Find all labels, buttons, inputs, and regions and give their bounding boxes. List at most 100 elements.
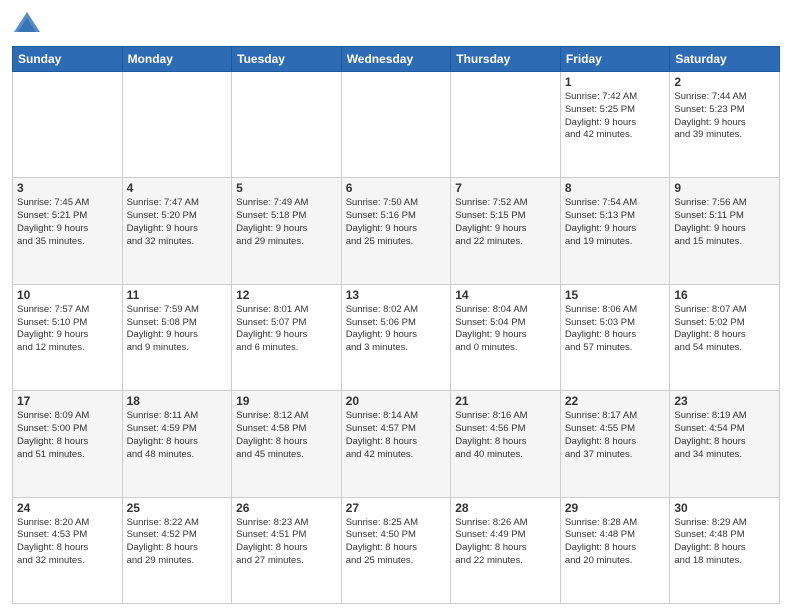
day-info: Sunrise: 8:07 AM Sunset: 5:02 PM Dayligh… xyxy=(674,304,775,355)
day-info: Sunrise: 8:16 AM Sunset: 4:56 PM Dayligh… xyxy=(455,410,556,461)
calendar-cell: 3 Sunrise: 7:45 AM Sunset: 5:21 PM Daylig… xyxy=(13,178,123,284)
day-info: Sunrise: 7:59 AM Sunset: 5:08 PM Dayligh… xyxy=(127,304,228,355)
day-header-sunday: Sunday xyxy=(13,47,123,72)
day-info: Sunrise: 8:02 AM Sunset: 5:06 PM Dayligh… xyxy=(346,304,447,355)
day-info: Sunrise: 8:19 AM Sunset: 4:54 PM Dayligh… xyxy=(674,410,775,461)
day-number: 2 xyxy=(674,75,775,89)
day-number: 7 xyxy=(455,181,556,195)
calendar: SundayMondayTuesdayWednesdayThursdayFrid… xyxy=(12,46,780,604)
day-info: Sunrise: 8:01 AM Sunset: 5:07 PM Dayligh… xyxy=(236,304,337,355)
calendar-cell: 24 Sunrise: 8:20 AM Sunset: 4:53 PM Dayli… xyxy=(13,497,123,603)
day-number: 30 xyxy=(674,501,775,515)
day-info: Sunrise: 8:11 AM Sunset: 4:59 PM Dayligh… xyxy=(127,410,228,461)
calendar-cell: 18 Sunrise: 8:11 AM Sunset: 4:59 PM Dayli… xyxy=(122,391,232,497)
day-info: Sunrise: 8:22 AM Sunset: 4:52 PM Dayligh… xyxy=(127,517,228,568)
calendar-cell: 29Sunrise: 8:28 AM Sunset: 4:48 PM Dayli… xyxy=(560,497,670,603)
day-info: Sunrise: 7:44 AM Sunset: 5:23 PM Dayligh… xyxy=(674,91,775,142)
week-row-5: 24 Sunrise: 8:20 AM Sunset: 4:53 PM Dayli… xyxy=(13,497,780,603)
day-header-saturday: Saturday xyxy=(670,47,780,72)
calendar-cell: 30 Sunrise: 8:29 AM Sunset: 4:48 PM Dayli… xyxy=(670,497,780,603)
day-number: 10 xyxy=(17,288,118,302)
calendar-cell: 9 Sunrise: 7:56 AM Sunset: 5:11 PM Daylig… xyxy=(670,178,780,284)
calendar-cell: 11Sunrise: 7:59 AM Sunset: 5:08 PM Dayli… xyxy=(122,284,232,390)
day-number: 28 xyxy=(455,501,556,515)
day-info: Sunrise: 7:47 AM Sunset: 5:20 PM Dayligh… xyxy=(127,197,228,248)
day-number: 4 xyxy=(127,181,228,195)
calendar-cell xyxy=(122,72,232,178)
day-info: Sunrise: 8:25 AM Sunset: 4:50 PM Dayligh… xyxy=(346,517,447,568)
calendar-cell: 19Sunrise: 8:12 AM Sunset: 4:58 PM Dayli… xyxy=(232,391,342,497)
day-number: 5 xyxy=(236,181,337,195)
day-info: Sunrise: 8:17 AM Sunset: 4:55 PM Dayligh… xyxy=(565,410,666,461)
week-row-4: 17 Sunrise: 8:09 AM Sunset: 5:00 PM Dayli… xyxy=(13,391,780,497)
day-number: 18 xyxy=(127,394,228,408)
day-header-monday: Monday xyxy=(122,47,232,72)
day-header-friday: Friday xyxy=(560,47,670,72)
calendar-cell: 25 Sunrise: 8:22 AM Sunset: 4:52 PM Dayli… xyxy=(122,497,232,603)
day-number: 22 xyxy=(565,394,666,408)
calendar-cell: 26Sunrise: 8:23 AM Sunset: 4:51 PM Dayli… xyxy=(232,497,342,603)
calendar-cell xyxy=(341,72,451,178)
day-info: Sunrise: 7:42 AM Sunset: 5:25 PM Dayligh… xyxy=(565,91,666,142)
calendar-cell: 2 Sunrise: 7:44 AM Sunset: 5:23 PM Daylig… xyxy=(670,72,780,178)
calendar-cell xyxy=(13,72,123,178)
day-info: Sunrise: 7:56 AM Sunset: 5:11 PM Dayligh… xyxy=(674,197,775,248)
calendar-cell: 8 Sunrise: 7:54 AM Sunset: 5:13 PM Daylig… xyxy=(560,178,670,284)
page: SundayMondayTuesdayWednesdayThursdayFrid… xyxy=(0,0,792,612)
day-info: Sunrise: 8:09 AM Sunset: 5:00 PM Dayligh… xyxy=(17,410,118,461)
calendar-cell: 22 Sunrise: 8:17 AM Sunset: 4:55 PM Dayli… xyxy=(560,391,670,497)
day-info: Sunrise: 8:29 AM Sunset: 4:48 PM Dayligh… xyxy=(674,517,775,568)
day-number: 16 xyxy=(674,288,775,302)
calendar-cell: 7 Sunrise: 7:52 AM Sunset: 5:15 PM Daylig… xyxy=(451,178,561,284)
day-header-wednesday: Wednesday xyxy=(341,47,451,72)
calendar-cell: 16 Sunrise: 8:07 AM Sunset: 5:02 PM Dayli… xyxy=(670,284,780,390)
day-header-tuesday: Tuesday xyxy=(232,47,342,72)
day-info: Sunrise: 7:54 AM Sunset: 5:13 PM Dayligh… xyxy=(565,197,666,248)
day-number: 20 xyxy=(346,394,447,408)
calendar-cell: 10 Sunrise: 7:57 AM Sunset: 5:10 PM Dayli… xyxy=(13,284,123,390)
day-number: 25 xyxy=(127,501,228,515)
calendar-cell: 27 Sunrise: 8:25 AM Sunset: 4:50 PM Dayli… xyxy=(341,497,451,603)
calendar-cell: 1Sunrise: 7:42 AM Sunset: 5:25 PM Daylig… xyxy=(560,72,670,178)
day-info: Sunrise: 8:26 AM Sunset: 4:49 PM Dayligh… xyxy=(455,517,556,568)
day-info: Sunrise: 8:20 AM Sunset: 4:53 PM Dayligh… xyxy=(17,517,118,568)
calendar-cell: 6 Sunrise: 7:50 AM Sunset: 5:16 PM Daylig… xyxy=(341,178,451,284)
calendar-cell xyxy=(232,72,342,178)
day-info: Sunrise: 7:52 AM Sunset: 5:15 PM Dayligh… xyxy=(455,197,556,248)
header-row: SundayMondayTuesdayWednesdayThursdayFrid… xyxy=(13,47,780,72)
day-number: 17 xyxy=(17,394,118,408)
calendar-cell: 20Sunrise: 8:14 AM Sunset: 4:57 PM Dayli… xyxy=(341,391,451,497)
day-number: 26 xyxy=(236,501,337,515)
day-info: Sunrise: 8:28 AM Sunset: 4:48 PM Dayligh… xyxy=(565,517,666,568)
day-number: 23 xyxy=(674,394,775,408)
day-number: 12 xyxy=(236,288,337,302)
day-number: 9 xyxy=(674,181,775,195)
calendar-cell xyxy=(451,72,561,178)
calendar-cell: 5 Sunrise: 7:49 AM Sunset: 5:18 PM Daylig… xyxy=(232,178,342,284)
week-row-1: 1Sunrise: 7:42 AM Sunset: 5:25 PM Daylig… xyxy=(13,72,780,178)
week-row-2: 3 Sunrise: 7:45 AM Sunset: 5:21 PM Daylig… xyxy=(13,178,780,284)
day-number: 24 xyxy=(17,501,118,515)
week-row-3: 10 Sunrise: 7:57 AM Sunset: 5:10 PM Dayli… xyxy=(13,284,780,390)
day-info: Sunrise: 7:45 AM Sunset: 5:21 PM Dayligh… xyxy=(17,197,118,248)
day-number: 27 xyxy=(346,501,447,515)
day-info: Sunrise: 7:49 AM Sunset: 5:18 PM Dayligh… xyxy=(236,197,337,248)
calendar-cell: 12 Sunrise: 8:01 AM Sunset: 5:07 PM Dayli… xyxy=(232,284,342,390)
calendar-cell: 28 Sunrise: 8:26 AM Sunset: 4:49 PM Dayli… xyxy=(451,497,561,603)
day-info: Sunrise: 7:57 AM Sunset: 5:10 PM Dayligh… xyxy=(17,304,118,355)
calendar-cell: 15 Sunrise: 8:06 AM Sunset: 5:03 PM Dayli… xyxy=(560,284,670,390)
day-number: 14 xyxy=(455,288,556,302)
calendar-cell: 21Sunrise: 8:16 AM Sunset: 4:56 PM Dayli… xyxy=(451,391,561,497)
logo-icon xyxy=(12,10,42,40)
calendar-cell: 13 Sunrise: 8:02 AM Sunset: 5:06 PM Dayli… xyxy=(341,284,451,390)
day-info: Sunrise: 8:04 AM Sunset: 5:04 PM Dayligh… xyxy=(455,304,556,355)
day-info: Sunrise: 8:06 AM Sunset: 5:03 PM Dayligh… xyxy=(565,304,666,355)
day-number: 6 xyxy=(346,181,447,195)
day-info: Sunrise: 8:12 AM Sunset: 4:58 PM Dayligh… xyxy=(236,410,337,461)
day-number: 15 xyxy=(565,288,666,302)
day-number: 8 xyxy=(565,181,666,195)
day-info: Sunrise: 7:50 AM Sunset: 5:16 PM Dayligh… xyxy=(346,197,447,248)
calendar-cell: 14 Sunrise: 8:04 AM Sunset: 5:04 PM Dayli… xyxy=(451,284,561,390)
day-number: 13 xyxy=(346,288,447,302)
day-number: 3 xyxy=(17,181,118,195)
